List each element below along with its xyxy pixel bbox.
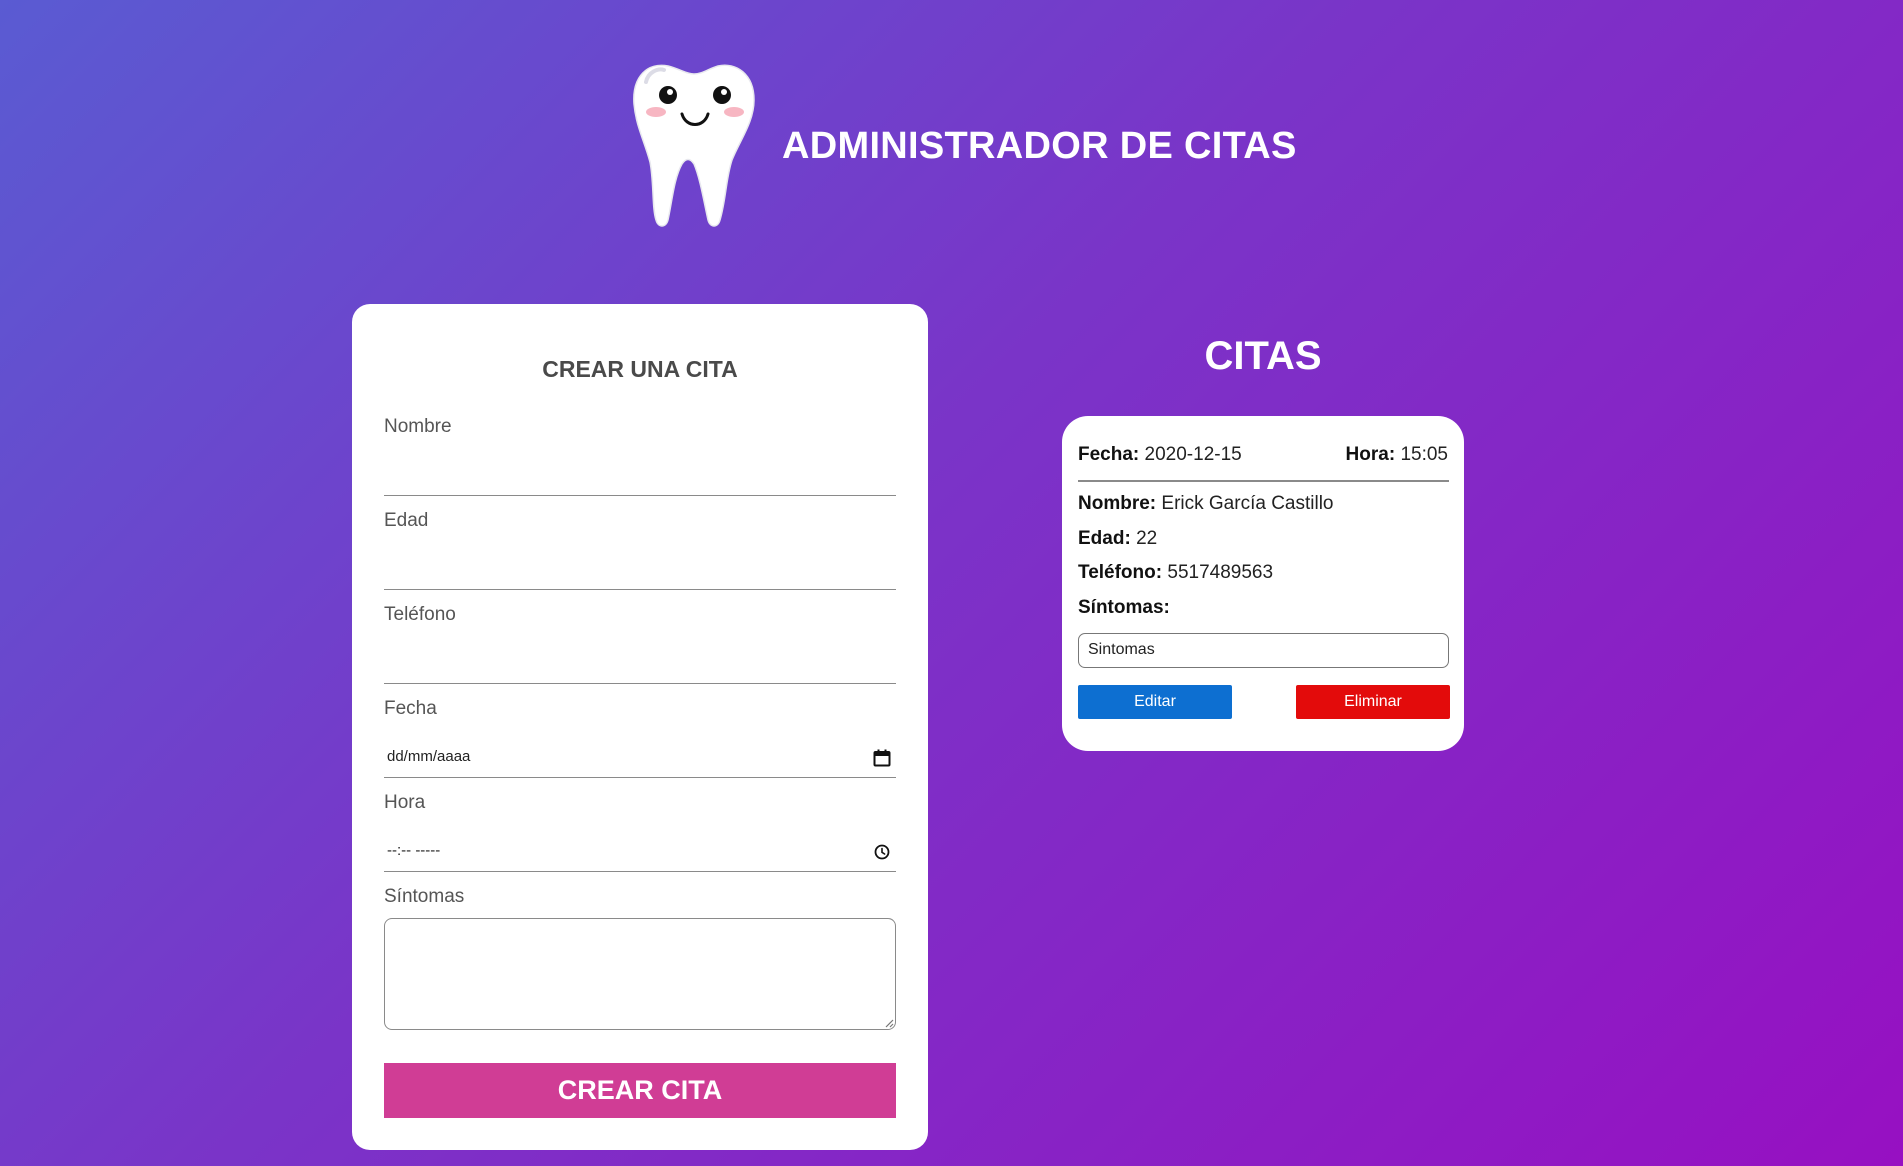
calendar-icon[interactable] [872,748,892,768]
appointment-card: Fecha: 2020-12-15 Hora: 15:05 Nombre: Er… [1062,416,1464,751]
tooth-mascot-icon [633,64,755,227]
appointment-time-value: 15:05 [1400,444,1448,465]
appointment-date-label: Fecha: [1078,444,1140,465]
hora-input[interactable]: --:-- ----- [384,834,896,872]
nombre-input[interactable] [384,462,896,496]
nombre-label: Nombre [384,416,452,437]
fecha-placeholder: dd/mm/aaaa [387,748,471,765]
app-title: ADMINISTRADOR DE CITAS [782,125,1297,167]
appointment-name-value: Erick García Castillo [1161,493,1334,514]
appointment-phone-value: 5517489563 [1167,562,1274,583]
appointment-name: Nombre: Erick García Castillo [1078,493,1334,515]
appointment-date: Fecha: 2020-12-15 [1078,444,1242,466]
appointment-symptoms: Síntomas: [1078,597,1170,619]
telefono-input[interactable] [384,650,896,684]
sintomas-label: Síntomas [384,886,465,907]
create-appointment-form: CREAR UNA CITA Nombre Edad Teléfono Fech… [352,304,928,1150]
edit-appointment-button[interactable]: Editar [1078,685,1232,719]
appointment-phone-label: Teléfono: [1078,562,1163,583]
appointment-symptoms-value: Sintomas [1078,633,1449,668]
telefono-label: Teléfono [384,604,456,625]
appointment-time-label: Hora: [1345,444,1396,465]
hora-label: Hora [384,792,426,813]
appointment-name-label: Nombre: [1078,493,1157,514]
appointment-symptoms-label: Síntomas: [1078,597,1170,618]
appointments-title: CITAS [1204,334,1322,378]
appointment-divider [1078,480,1449,482]
hora-placeholder: --:-- ----- [387,842,441,859]
edad-label: Edad [384,510,429,531]
appointment-phone: Teléfono: 5517489563 [1078,562,1273,584]
form-title: CREAR UNA CITA [542,356,738,382]
page-header: ADMINISTRADOR DE CITAS [0,55,1903,235]
delete-appointment-button[interactable]: Eliminar [1296,685,1450,719]
create-appointment-button[interactable]: CREAR CITA [384,1063,896,1118]
appointment-age: Edad: 22 [1078,528,1157,550]
appointment-age-label: Edad: [1078,528,1131,549]
resize-handle-icon[interactable] [884,1018,894,1028]
appointment-time: Hora: 15:05 [1346,444,1448,466]
fecha-label: Fecha [384,698,437,719]
appointment-date-value: 2020-12-15 [1144,444,1242,465]
clock-icon[interactable] [872,842,892,862]
appointment-age-value: 22 [1136,528,1158,549]
fecha-input[interactable]: dd/mm/aaaa [384,740,896,778]
sintomas-textarea[interactable] [384,918,896,1030]
edad-input[interactable] [384,556,896,590]
